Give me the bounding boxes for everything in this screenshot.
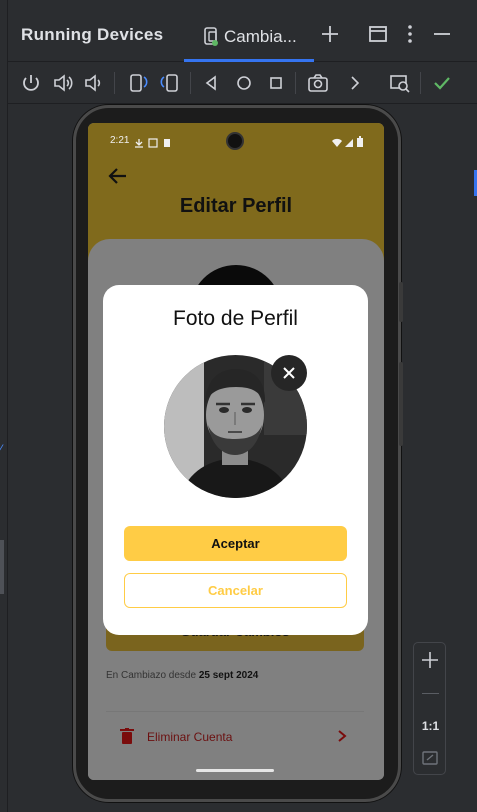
minimize-icon[interactable] bbox=[430, 22, 454, 46]
divider bbox=[106, 711, 364, 712]
home-icon[interactable] bbox=[232, 71, 256, 95]
tab-device[interactable]: Cambia... bbox=[184, 18, 314, 62]
rotate-left-icon[interactable] bbox=[126, 71, 150, 95]
device-mirror-icon[interactable] bbox=[388, 71, 412, 95]
member-since-date: 25 sept 2024 bbox=[198, 670, 259, 681]
download-icon bbox=[134, 135, 144, 153]
page-title: Editar Perfil bbox=[179, 195, 293, 217]
overview-icon[interactable] bbox=[264, 71, 288, 95]
volume-down-icon[interactable] bbox=[82, 71, 106, 95]
member-since: En Cambiazo desde 25 sept 2024 bbox=[106, 670, 258, 681]
battery-icon bbox=[356, 134, 364, 152]
device-tab-icon bbox=[202, 27, 220, 52]
fit-screen-icon[interactable] bbox=[421, 749, 439, 772]
notification-icon bbox=[148, 135, 158, 153]
maximize-icon[interactable] bbox=[366, 22, 390, 46]
device-power-button bbox=[399, 282, 403, 322]
tab-label: Cambia... bbox=[224, 27, 297, 46]
tool-window-header: Running Devices Cambia... bbox=[8, 0, 477, 62]
device-volume-button bbox=[399, 362, 403, 446]
trash-icon bbox=[120, 728, 134, 749]
back-icon[interactable] bbox=[199, 71, 223, 95]
add-tab-icon[interactable] bbox=[318, 22, 342, 46]
toolbar-divider bbox=[420, 72, 421, 94]
toolbar-divider bbox=[114, 72, 115, 94]
delete-account-row[interactable]: Eliminar Cuenta bbox=[106, 723, 364, 751]
cancel-button[interactable]: Cancelar bbox=[124, 573, 347, 608]
profile-photo-dialog: Foto de Perfil Aceptar Cancelar bbox=[103, 285, 368, 635]
member-since-label: En Cambiazo desde bbox=[106, 670, 197, 681]
sim-icon bbox=[162, 135, 172, 153]
zoom-out-icon[interactable] bbox=[422, 693, 439, 694]
power-icon[interactable] bbox=[19, 71, 43, 95]
chevron-right-icon bbox=[336, 729, 348, 748]
zoom-actual-size-button[interactable]: 1:1 bbox=[414, 719, 447, 733]
zoom-controls: 1:1 bbox=[413, 642, 446, 775]
signal-icon bbox=[344, 135, 354, 153]
wifi-icon bbox=[331, 135, 343, 153]
more-options-icon[interactable] bbox=[398, 22, 422, 46]
left-gutter bbox=[0, 0, 8, 812]
screenshot-icon[interactable] bbox=[306, 71, 330, 95]
status-time: 2:21 bbox=[110, 135, 130, 146]
tool-window-title: Running Devices bbox=[21, 25, 164, 44]
close-photo-button[interactable] bbox=[271, 355, 307, 391]
front-camera bbox=[226, 132, 244, 150]
accept-button[interactable]: Aceptar bbox=[124, 526, 347, 561]
gutter-scrollbar[interactable] bbox=[0, 540, 4, 594]
delete-account-label: Eliminar Cuenta bbox=[147, 730, 233, 744]
rotate-right-icon[interactable] bbox=[158, 71, 182, 95]
volume-up-icon[interactable] bbox=[51, 71, 75, 95]
device-toolbar bbox=[8, 62, 477, 104]
dialog-title: Foto de Perfil bbox=[173, 307, 298, 330]
chevron-right-icon[interactable] bbox=[342, 71, 366, 95]
zoom-in-icon[interactable] bbox=[419, 649, 441, 676]
toolbar-divider bbox=[190, 72, 191, 94]
gesture-home-bar[interactable] bbox=[196, 769, 274, 772]
toolbar-divider bbox=[295, 72, 296, 94]
gutter-marker: ⁄ bbox=[0, 442, 3, 456]
check-icon[interactable] bbox=[430, 71, 454, 95]
back-arrow-icon[interactable] bbox=[106, 165, 128, 192]
